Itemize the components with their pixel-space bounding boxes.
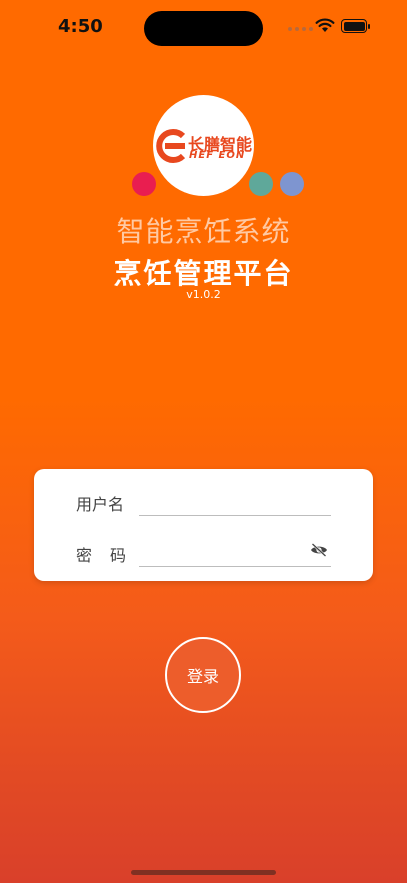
signal-icon [288,27,313,31]
login-form-card: 用户名 密码 [34,469,373,581]
brand-logo: 长膳智能 HEF EON [153,95,254,196]
home-indicator [131,870,276,875]
battery-icon [341,19,370,33]
decor-dot-teal [249,172,273,196]
brand-name-en: HEF EON [189,150,246,161]
app-subtitle: 智能烹饪系统 [116,215,291,248]
username-input[interactable] [139,489,331,516]
password-input[interactable] [139,540,331,567]
eye-off-icon[interactable] [310,543,328,557]
username-label: 用户名 [76,495,125,514]
brand-mark-icon [156,129,186,163]
app-title: 烹饪管理平台 [113,257,294,290]
dynamic-island [144,11,263,46]
wifi-icon [315,18,335,32]
status-time: 4:50 [58,16,103,37]
login-button[interactable]: 登录 [165,637,241,713]
decor-dot-blue [280,172,304,196]
app-version: v1.0.2 [186,288,221,301]
password-label: 密码 [76,546,145,565]
decor-dot-red [132,172,156,196]
